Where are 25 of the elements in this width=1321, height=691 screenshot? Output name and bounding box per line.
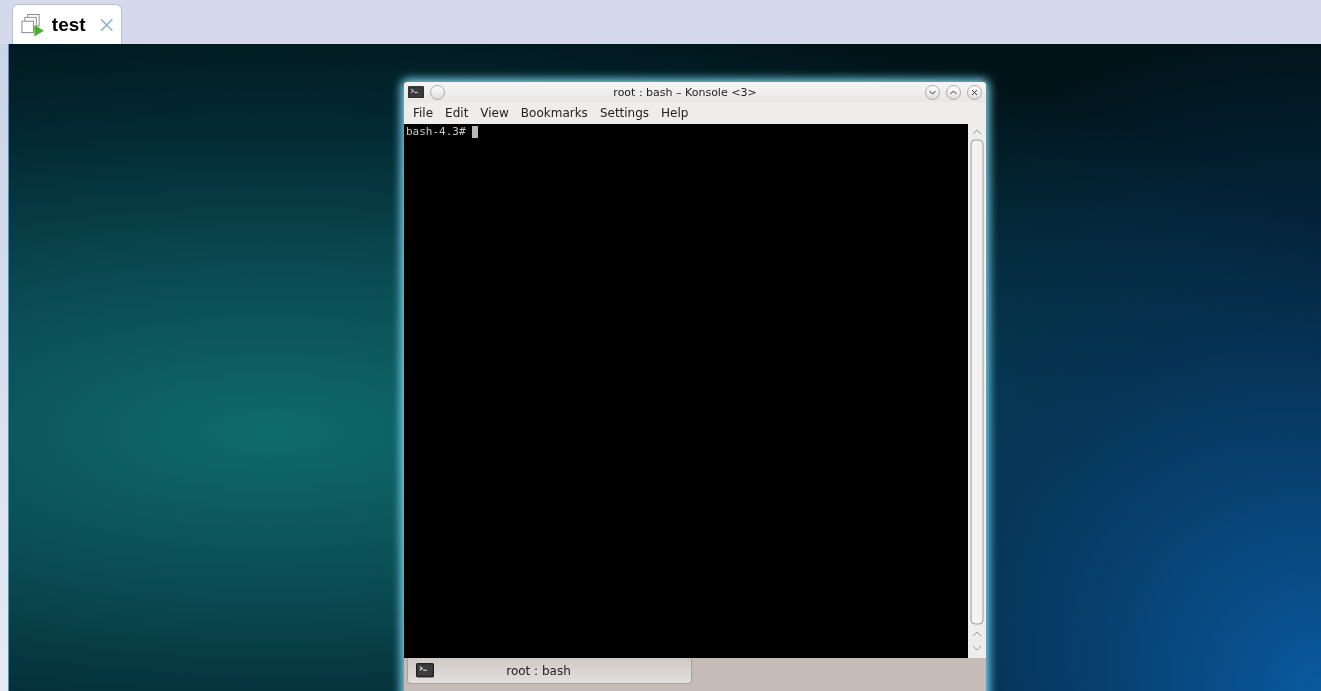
menu-item[interactable]: View — [474, 106, 515, 120]
maximize-button[interactable] — [946, 84, 961, 100]
menu-item[interactable]: Edit — [439, 106, 475, 120]
session-tab[interactable]: root : bash — [407, 658, 692, 684]
close-button[interactable] — [967, 84, 982, 100]
terminal-icon — [408, 85, 424, 99]
close-icon — [971, 88, 978, 96]
shell-prompt: bash-4.3# — [406, 125, 466, 138]
tab-label: test — [51, 13, 86, 36]
caret-up-icon — [950, 89, 957, 95]
caret-down-icon — [929, 89, 936, 95]
pin-button[interactable] — [430, 84, 445, 100]
window-title: root : bash – Konsole <3> — [612, 85, 758, 99]
virtual-machine-icon — [21, 12, 46, 37]
scrollbar[interactable] — [968, 124, 986, 658]
close-icon[interactable] — [99, 17, 113, 32]
menu-item[interactable]: Bookmarks — [514, 106, 594, 120]
minimize-button[interactable] — [925, 84, 940, 100]
menu-item[interactable]: File — [407, 106, 440, 120]
menu-item[interactable]: Help — [655, 106, 695, 120]
menu-item[interactable]: Settings — [593, 106, 656, 120]
tab[interactable]: test — [12, 4, 122, 44]
terminal-icon — [416, 663, 434, 678]
terminal-area[interactable]: bash-4.3# — [404, 124, 968, 658]
text-cursor — [471, 126, 478, 138]
